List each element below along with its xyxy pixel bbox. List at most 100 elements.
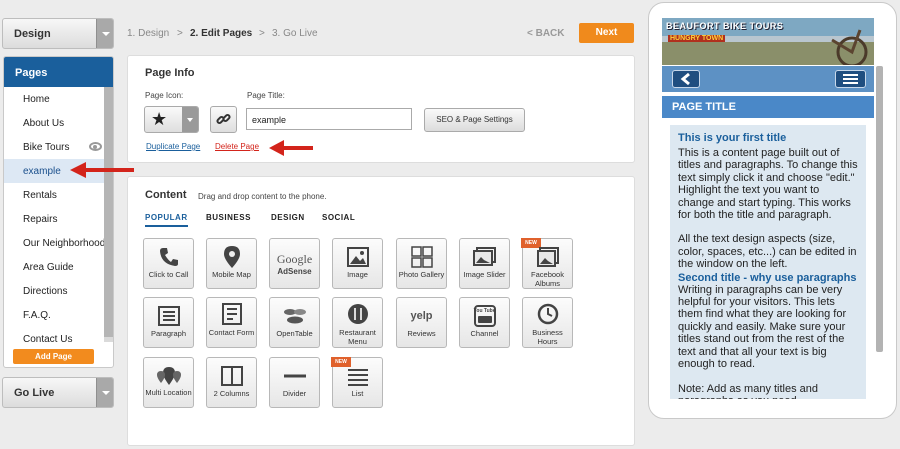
- red-arrow-icon: [70, 162, 134, 178]
- step-edit-pages: 2. Edit Pages: [190, 28, 253, 39]
- tile-photo-gallery[interactable]: Photo Gallery: [396, 238, 447, 289]
- page-item-label: Bike Tours: [23, 142, 70, 153]
- step-go-live[interactable]: 3. Go Live: [272, 28, 318, 39]
- tile-label: OpenTable: [276, 329, 313, 338]
- chevron-left-icon: [680, 72, 690, 86]
- page-title-input[interactable]: example: [246, 108, 412, 130]
- phone-heading-1[interactable]: This is your first title: [678, 132, 858, 144]
- pages-scrollbar-thumb[interactable]: [104, 87, 113, 337]
- tile-restaurant-menu[interactable]: Restaurant Menu: [332, 297, 383, 348]
- next-button[interactable]: Next: [579, 23, 634, 43]
- phone-paragraph-4[interactable]: Note: Add as many titles and paragraphs …: [678, 383, 858, 400]
- tile-paragraph[interactable]: Paragraph: [143, 297, 194, 348]
- tile-mobile-map[interactable]: Mobile Map: [206, 238, 257, 289]
- tab-design[interactable]: DESIGN: [271, 213, 305, 222]
- link-button[interactable]: [210, 106, 237, 133]
- content-subtitle: Drag and drop content to the phone.: [198, 192, 327, 201]
- tile-image[interactable]: Image: [332, 238, 383, 289]
- page-item-faq[interactable]: F.A.Q.: [4, 303, 105, 327]
- page-item-label: Repairs: [23, 214, 58, 225]
- tile-adsense[interactable]: Google AdSense: [269, 238, 320, 289]
- chevron-down-icon[interactable]: [96, 19, 113, 48]
- tile-opentable[interactable]: OpenTable: [269, 297, 320, 348]
- phone-back-button[interactable]: [672, 70, 700, 88]
- phone-content-block[interactable]: This is your first title This is a conte…: [670, 125, 866, 399]
- go-live-dropdown[interactable]: Go Live: [2, 377, 114, 408]
- tile-reviews[interactable]: yelp Reviews: [396, 297, 447, 348]
- phone-page-title[interactable]: PAGE TITLE: [662, 96, 874, 118]
- page-item-directions[interactable]: Directions: [4, 279, 105, 303]
- page-item-label: Rentals: [23, 190, 57, 201]
- contact-form-icon: [221, 303, 242, 325]
- page-item-repairs[interactable]: Repairs: [4, 207, 105, 231]
- page-item-area-guide[interactable]: Area Guide: [4, 255, 105, 279]
- phone-content-area: This is your first title This is a conte…: [662, 121, 874, 399]
- phone-scrollbar[interactable]: [876, 66, 883, 352]
- pages-panel: Pages Home About Us Bike Tours example R…: [3, 56, 114, 368]
- tile-label: Reviews: [407, 329, 436, 338]
- paragraph-icon: [157, 306, 180, 326]
- tile-divider[interactable]: Divider: [269, 357, 320, 408]
- design-dropdown[interactable]: Design: [2, 18, 114, 49]
- multi-location-icon: [156, 367, 181, 385]
- opentable-icon: [283, 309, 306, 324]
- tile-label: Restaurant Menu: [339, 328, 376, 346]
- page-item-about-us[interactable]: About Us: [4, 111, 105, 135]
- hamburger-icon: [843, 74, 858, 84]
- phone-paragraph-3[interactable]: Writing in paragraphs can be very helpfu…: [678, 284, 858, 371]
- page-item-label: Home: [23, 94, 50, 105]
- page-icon-label: Page Icon:: [145, 91, 184, 100]
- back-button[interactable]: < BACK: [527, 28, 565, 39]
- page-info-title: Page Info: [145, 67, 195, 79]
- pages-scrollbar[interactable]: [104, 87, 113, 342]
- phone-icon: [159, 248, 178, 266]
- page-item-label: Contact Us: [23, 334, 73, 345]
- chevron-down-icon[interactable]: [96, 378, 113, 407]
- tile-label: Facebook Albums: [531, 270, 564, 288]
- phone-paragraph-1[interactable]: This is a content page built out of titl…: [678, 147, 858, 221]
- phone-menu-button[interactable]: [835, 70, 866, 88]
- tile-contact-form[interactable]: Contact Form: [206, 297, 257, 348]
- tile-business-hours[interactable]: Business Hours: [522, 297, 573, 348]
- tab-popular[interactable]: POPULAR: [145, 213, 188, 227]
- youtube-logo-text: You Tube: [473, 308, 496, 314]
- duplicate-page-link[interactable]: Duplicate Page: [146, 142, 200, 151]
- tile-label: Mobile Map: [212, 270, 251, 279]
- tile-label: Divider: [282, 389, 307, 398]
- tile-facebook-albums[interactable]: NEW Facebook Albums: [521, 238, 573, 289]
- phone-paragraph-2[interactable]: All the text design aspects (size, color…: [678, 233, 858, 270]
- link-icon: [216, 113, 231, 125]
- tile-label: Image Slider: [463, 270, 506, 279]
- content-title: Content: [145, 189, 187, 201]
- delete-page-link[interactable]: Delete Page: [215, 142, 259, 151]
- step-design[interactable]: 1. Design: [127, 28, 169, 39]
- photo-gallery-icon: [410, 246, 433, 268]
- eye-icon[interactable]: [89, 142, 102, 151]
- tile-image-slider[interactable]: Image Slider: [459, 238, 510, 289]
- tile-channel[interactable]: You Tube Channel: [459, 297, 510, 348]
- page-item-our-neighborhood[interactable]: Our Neighborhood: [4, 231, 105, 255]
- tile-label: Contact Form: [208, 328, 255, 337]
- tab-business[interactable]: BUSINESS: [206, 213, 251, 222]
- tile-click-to-call[interactable]: Click to Call: [143, 238, 194, 289]
- add-page-button[interactable]: Add Page: [13, 349, 94, 364]
- seo-settings-button[interactable]: SEO & Page Settings: [424, 108, 525, 132]
- phone-heading-2[interactable]: Second title - why use paragraphs: [678, 272, 858, 284]
- step-separator: >: [259, 28, 265, 39]
- pages-panel-title: Pages: [4, 57, 113, 87]
- tab-social[interactable]: SOCIAL: [322, 213, 355, 222]
- go-live-dropdown-label: Go Live: [14, 387, 55, 399]
- page-item-label: example: [23, 166, 61, 177]
- page-item-home[interactable]: Home: [4, 87, 105, 111]
- tile-label: Photo Gallery: [398, 270, 445, 279]
- page-item-bike-tours[interactable]: Bike Tours: [4, 135, 105, 159]
- design-dropdown-label: Design: [14, 28, 51, 40]
- tile-multi-location[interactable]: Multi Location: [143, 357, 194, 408]
- red-arrow-icon: [269, 140, 313, 156]
- page-icon-picker[interactable]: ★: [144, 106, 199, 133]
- page-item-contact-us[interactable]: Contact Us: [4, 327, 105, 351]
- tile-list[interactable]: NEW List: [331, 357, 383, 408]
- page-item-rentals[interactable]: Rentals: [4, 183, 105, 207]
- tile-two-columns[interactable]: 2 Columns: [206, 357, 257, 408]
- image-icon: [346, 247, 369, 267]
